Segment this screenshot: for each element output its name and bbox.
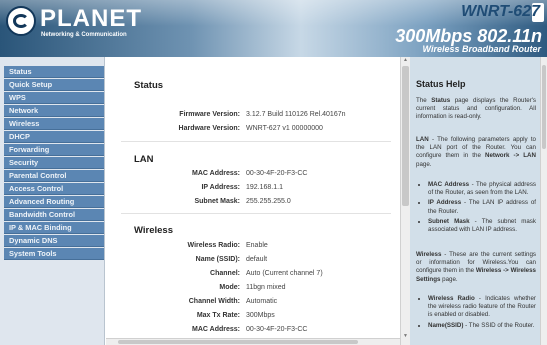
help-bold: LAN xyxy=(416,136,429,143)
help-vertical-scrollbar[interactable] xyxy=(540,57,547,345)
wireless-section-title: Wireless xyxy=(134,225,173,236)
help-lan-intro: LAN - The following parameters apply to … xyxy=(416,136,536,169)
wl-mac-label: MAC Address: xyxy=(192,326,240,333)
sidebar-nav: Status Quick Setup WPS Network Wireless … xyxy=(0,57,105,345)
help-wireless-intro: Wireless - These are the current setting… xyxy=(416,251,536,284)
nav-item-bandwidth-control[interactable]: Bandwidth Control xyxy=(4,209,104,221)
help-text: page. xyxy=(440,275,458,283)
help-link-network-lan: Network -> LAN xyxy=(485,152,536,160)
lan-mac-value: 00-30-4F-20-F3-CC xyxy=(246,170,308,177)
nav-item-advanced-routing[interactable]: Advanced Routing xyxy=(4,196,104,208)
wl-mode-label: Mode: xyxy=(219,284,240,291)
nav-item-security[interactable]: Security xyxy=(4,157,104,169)
lan-mac-label: MAC Address: xyxy=(192,170,240,177)
firmware-label: Firmware Version: xyxy=(179,111,240,118)
hardware-value: WNRT-627 v1 00000000 xyxy=(246,125,323,132)
wl-width-label: Channel Width: xyxy=(188,298,240,305)
help-list-item: Name(SSID) - The SSID of the Router. xyxy=(428,322,536,330)
hscroll-thumb[interactable] xyxy=(118,340,358,344)
scroll-down-arrow-icon[interactable]: ▼ xyxy=(401,333,410,339)
help-list-item: Subnet Mask - The subnet mask associated… xyxy=(428,218,536,234)
lan-ip-value: 192.168.1.1 xyxy=(246,184,283,191)
nav-item-parental-control[interactable]: Parental Control xyxy=(4,170,104,182)
help-bold: Status xyxy=(431,97,451,104)
nav-item-dynamic-dns[interactable]: Dynamic DNS xyxy=(4,235,104,247)
nav-item-wireless[interactable]: Wireless xyxy=(4,118,104,130)
wl-width-value: Automatic xyxy=(246,298,278,305)
nav-item-access-control[interactable]: Access Control xyxy=(4,183,104,195)
help-bold: Name(SSID) xyxy=(428,321,464,329)
wl-channel-value: Auto (Current channel 7) xyxy=(246,270,323,277)
wl-mac-value: 00-30-4F-20-F3-CC xyxy=(246,326,308,333)
hardware-label: Hardware Version: xyxy=(178,125,240,132)
wl-rate-value: 300Mbps xyxy=(246,312,275,319)
nav-item-wps[interactable]: WPS xyxy=(4,92,104,104)
wl-mode-value: 11bgn mixed xyxy=(246,284,286,291)
help-title: Status Help xyxy=(416,79,466,89)
status-section-title: Status xyxy=(134,80,164,91)
product-subtitle: Wireless Broadband Router xyxy=(422,44,541,54)
lan-section-title: LAN xyxy=(134,154,154,165)
help-list-item: MAC Address - The physical address of th… xyxy=(428,181,536,197)
header-banner: PLANET Networking & Communication WNRT-6… xyxy=(0,0,547,57)
nav-item-dhcp[interactable]: DHCP xyxy=(4,131,104,143)
help-intro: The Status page displays the Router's cu… xyxy=(416,97,536,122)
help-list-item: IP Address - The LAN IP address of the R… xyxy=(428,199,536,215)
brand-name: PLANET xyxy=(40,5,142,32)
nav-item-ip-mac-binding[interactable]: IP & MAC Binding xyxy=(4,222,104,234)
scroll-up-arrow-icon[interactable]: ▲ xyxy=(401,57,410,63)
wl-channel-label: Channel: xyxy=(210,270,240,277)
help-bold: MAC Address xyxy=(428,181,470,188)
help-text: page. xyxy=(416,160,432,168)
wl-radio-value: Enable xyxy=(246,242,268,249)
wl-ssid-label: Name (SSID): xyxy=(195,256,240,263)
model-name: WNRT-627 xyxy=(461,3,540,20)
help-scrollbar-thumb[interactable] xyxy=(542,65,546,149)
lan-subnet-label: Subnet Mask: xyxy=(194,198,240,205)
help-wireless-list: Wireless Radio - Indicates whether the w… xyxy=(416,295,536,332)
nav-item-quick-setup[interactable]: Quick Setup xyxy=(4,79,104,91)
nav-item-network[interactable]: Network xyxy=(4,105,104,117)
help-bold: Wireless xyxy=(416,251,442,258)
firmware-value: 3.12.7 Build 110126 Rel.40167n xyxy=(246,111,346,118)
wl-ssid-value: default xyxy=(246,256,268,263)
wl-rate-label: Max Tx Rate: xyxy=(196,312,240,319)
lan-subnet-value: 255.255.255.0 xyxy=(246,198,291,205)
help-bold: IP Address xyxy=(428,199,462,207)
nav-item-forwarding[interactable]: Forwarding xyxy=(4,144,104,156)
lan-ip-label: IP Address: xyxy=(201,184,240,191)
help-bold: Wireless Radio xyxy=(428,295,475,302)
help-bold: Subnet Mask xyxy=(428,217,470,225)
nav-item-system-tools[interactable]: System Tools xyxy=(4,248,104,260)
divider xyxy=(121,213,391,214)
help-list-item: Wireless Radio - Indicates whether the w… xyxy=(428,295,536,320)
main-content: Status Firmware Version: 3.12.7 Build 11… xyxy=(106,57,400,345)
help-lan-list: MAC Address - The physical address of th… xyxy=(416,181,536,236)
nav-item-status[interactable]: Status xyxy=(4,66,104,78)
planet-logo-icon xyxy=(6,6,36,36)
main-vertical-scrollbar[interactable]: ▲ ▼ xyxy=(400,57,410,345)
wl-radio-label: Wireless Radio: xyxy=(187,242,240,249)
brand-tagline: Networking & Communication xyxy=(41,32,127,38)
help-text: The xyxy=(416,97,432,104)
help-text: - The SSID of the Router. xyxy=(463,321,535,329)
main-horizontal-scrollbar[interactable] xyxy=(106,338,400,345)
scrollbar-thumb[interactable] xyxy=(402,66,409,206)
divider xyxy=(121,141,391,142)
help-panel: Status Help The Status page displays the… xyxy=(410,57,547,345)
